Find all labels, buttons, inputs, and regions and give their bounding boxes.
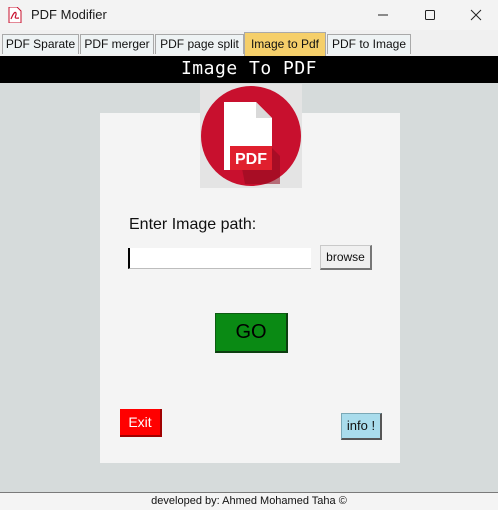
window-title: PDF Modifier [31, 7, 107, 22]
pdf-app-icon [8, 7, 22, 23]
pdf-logo: PDF [200, 84, 302, 188]
tab-pdf-to-image[interactable]: PDF to Image [327, 34, 411, 54]
maximize-button[interactable] [407, 0, 453, 30]
title-bar: PDF Modifier [0, 0, 498, 30]
image-path-input[interactable] [128, 248, 311, 269]
page-title: Image To PDF [180, 58, 318, 79]
pdf-logo-text: PDF [235, 151, 267, 168]
page-header: Image To PDF [0, 56, 498, 83]
tab-pdf-page-split[interactable]: PDF page split [155, 34, 244, 54]
pdf-file-icon: PDF [201, 86, 301, 186]
tab-image-to-pdf[interactable]: Image to Pdf [244, 32, 326, 56]
close-button[interactable] [453, 0, 498, 30]
browse-button[interactable]: browse [320, 245, 372, 270]
footer-credit: developed by: Ahmed Mohamed Taha © [0, 493, 498, 510]
exit-button[interactable]: Exit [120, 409, 162, 437]
go-button[interactable]: GO [215, 313, 288, 353]
tab-pdf-sparate[interactable]: PDF Sparate [2, 34, 79, 54]
image-path-label: Enter Image path: [129, 216, 257, 233]
minimize-button[interactable] [360, 0, 406, 30]
minimize-icon [378, 14, 388, 16]
close-icon [470, 9, 482, 21]
maximize-icon [425, 10, 435, 20]
info-button[interactable]: info ! [341, 413, 382, 440]
tab-pdf-merger[interactable]: PDF merger [80, 34, 154, 54]
